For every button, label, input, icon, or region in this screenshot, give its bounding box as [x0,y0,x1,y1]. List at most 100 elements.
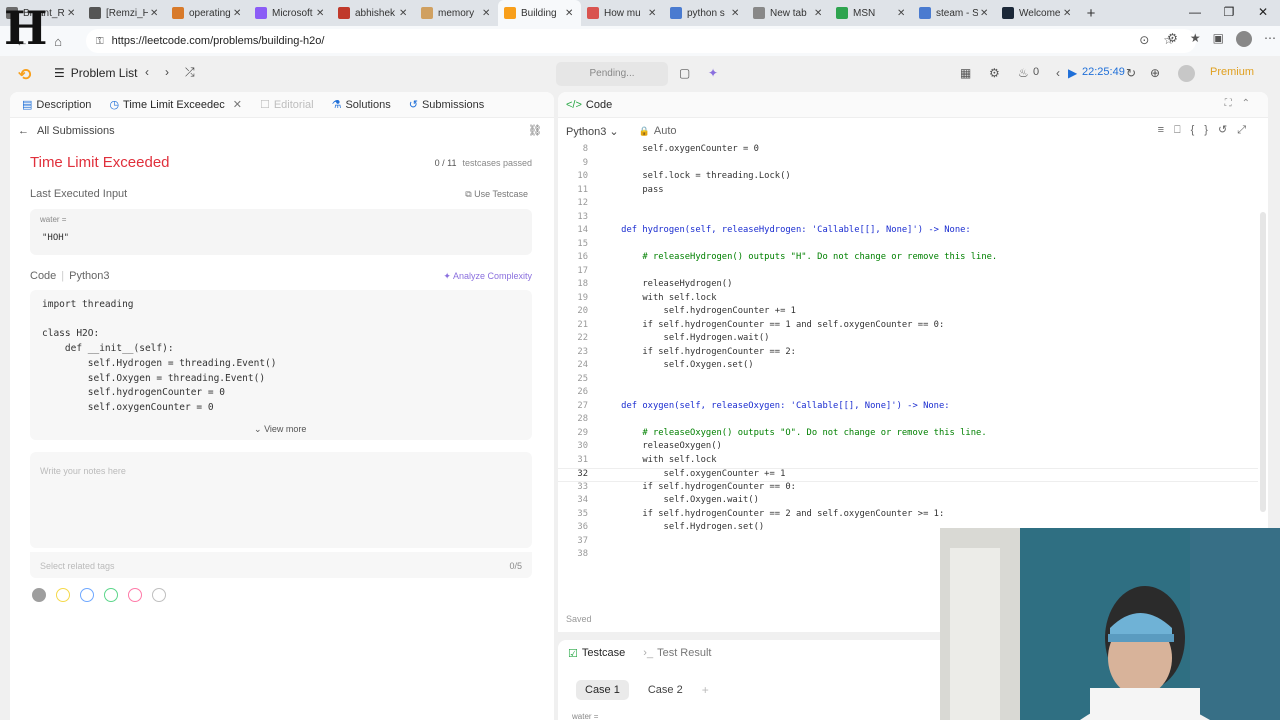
tab-close-icon[interactable]: ✕ [814,8,824,19]
code-line[interactable]: 26 [558,387,1258,401]
code-line[interactable]: 33 if self.hydrogenCounter == 0: [558,482,1258,496]
code-line[interactable]: 18 releaseHydrogen() [558,279,1258,293]
browser-tab[interactable]: Building ✕ [498,0,581,26]
tab-close-icon[interactable]: ✕ [399,8,409,19]
tab-close-icon[interactable]: ✕ [731,8,741,19]
tab-testcase[interactable]: ☑ Testcase [568,647,625,660]
tab-close-icon[interactable]: ✕ [897,8,907,19]
code-line[interactable]: 17 [558,266,1258,280]
user-avatar[interactable] [1178,65,1195,82]
code-line[interactable]: 35 if self.hydrogenCounter == 2 and self… [558,509,1258,523]
tab-close-icon[interactable]: ✕ [482,8,492,19]
problem-list-button[interactable]: ☰ Problem List [54,66,137,80]
code-line[interactable]: 34 self.Oxygen.wait() [558,495,1258,509]
settings-gear-icon[interactable]: ⚙ [989,66,1000,80]
tab-test-result[interactable]: ›_ Test Result [643,647,711,659]
browser-tab[interactable]: abhishek ✕ [332,0,415,26]
layout-icon[interactable]: ▦ [960,66,971,80]
code-line[interactable]: 8 self.oxygenCounter = 0 [558,144,1258,158]
code-line[interactable]: 30 releaseOxygen() [558,441,1258,455]
menu-icon[interactable]: ⋯ [1264,31,1276,47]
minimize-icon[interactable]: — [1178,0,1212,26]
close-window-icon[interactable]: ✕ [1246,0,1280,26]
note-color-option[interactable] [56,588,70,602]
use-testcase-button[interactable]: ⧉ Use Testcase [465,189,528,200]
tab-description[interactable]: ▤ Description [22,98,91,112]
browser-tab[interactable]: Microsoft ✕ [249,0,332,26]
code-line[interactable]: 25 [558,374,1258,388]
code-line[interactable]: 27 def oxygen(self, releaseOxygen: 'Call… [558,401,1258,415]
notes-icon[interactable]: ▢ [679,66,690,80]
code-line[interactable]: 28 [558,414,1258,428]
code-line[interactable]: 23 if self.hydrogenCounter == 2: [558,347,1258,361]
home-icon[interactable]: ⌂ [46,34,70,49]
note-color-option[interactable] [32,588,46,602]
auto-mode[interactable]: 🔒 Auto [639,125,677,137]
view-more-button[interactable]: ⌄ View more [254,424,306,435]
leetcode-logo-icon[interactable]: ⟲ [18,65,36,84]
tab-close-icon[interactable]: ✕ [980,8,990,19]
browser-tab[interactable]: How mu ✕ [581,0,664,26]
case-2-button[interactable]: Case 2 [639,680,692,700]
code-line[interactable]: 14 def hydrogen(self, releaseHydrogen: '… [558,225,1258,239]
code-line[interactable]: 22 self.Hydrogen.wait() [558,333,1258,347]
code-line[interactable]: 31 with self.lock [558,455,1258,469]
browser-tab[interactable]: steam - S ✕ [913,0,996,26]
timer-prev-icon[interactable]: ‹ [1056,66,1060,80]
note-color-option[interactable] [104,588,118,602]
tab-close-icon[interactable]: ✕ [316,8,326,19]
premium-link[interactable]: Premium [1210,66,1254,78]
tab-close-icon[interactable]: ✕ [233,8,243,19]
profile-avatar[interactable] [1236,31,1252,47]
tab-close-icon[interactable]: ✕ [648,8,658,19]
add-friend-icon[interactable]: ⊕ [1150,66,1160,80]
new-tab-button[interactable]: + [1079,2,1103,26]
tab-close-icon[interactable]: ✕ [150,8,160,19]
note-color-option[interactable] [128,588,142,602]
extensions-icon[interactable]: ⚙ [1167,31,1178,47]
tab-editorial[interactable]: ☐ Editorial [260,98,314,112]
share-link-icon[interactable]: ⛓ [528,124,542,137]
tab-close-icon[interactable]: ✕ [1063,8,1073,19]
code-line[interactable]: 11 pass [558,185,1258,199]
pending-button[interactable]: Pending... [556,62,668,86]
code-line[interactable]: 29 # releaseOxygen() outputs "O". Do not… [558,428,1258,442]
code-line[interactable]: 9 [558,158,1258,172]
browser-tab[interactable]: [Remzi_H ✕ [83,0,166,26]
code-line[interactable]: 16 # releaseHydrogen() outputs "H". Do n… [558,252,1258,266]
tab-submissions[interactable]: ↺ Submissions [409,98,485,112]
browser-tab[interactable]: memory ✕ [415,0,498,26]
editor-scrollbar[interactable] [1260,212,1266,512]
address-bar[interactable]: ⚿ https://leetcode.com/problems/building… [86,29,1196,53]
add-case-icon[interactable]: + [702,683,709,697]
code-editor[interactable]: 8 self.oxygenCounter = 0 9 10 self.lock = … [558,142,1258,562]
browser-tab[interactable]: Welcome ✕ [996,0,1079,26]
browser-tab[interactable]: MSN ✕ [830,0,913,26]
code-line[interactable]: 20 self.hydrogenCounter += 1 [558,306,1258,320]
close-tab-icon[interactable]: ✕ [233,98,242,111]
panel-window-icons[interactable]: ⛶⌃ [1225,98,1260,109]
all-submissions-link[interactable]: ← All Submissions [18,125,115,137]
tab-close-icon[interactable]: ✕ [565,8,575,19]
note-color-option[interactable] [80,588,94,602]
tab-close-icon[interactable]: ✕ [67,8,77,19]
code-line[interactable]: 13 [558,212,1258,226]
code-line[interactable]: 15 [558,239,1258,253]
timer-display[interactable]: 22:25:49 [1082,66,1125,78]
code-line[interactable]: 10 self.lock = threading.Lock() [558,171,1258,185]
tab-time-limit-exceeded[interactable]: ◷ Time Limit Exceedec ✕ [109,98,242,112]
timer-reset-icon[interactable]: ↻ [1126,66,1136,80]
browser-tab[interactable]: operating ✕ [166,0,249,26]
language-select[interactable]: Python3 ⌄ [566,125,619,138]
code-line[interactable]: 12 [558,198,1258,212]
code-line[interactable]: 19 with self.lock [558,293,1258,307]
code-line[interactable]: 32 self.oxygenCounter += 1 [558,468,1258,482]
analyze-complexity-button[interactable]: ✦ Analyze Complexity [443,271,532,282]
tab-solutions[interactable]: ⚗ Solutions [332,98,391,112]
problem-nav[interactable]: ‹›⤮ [145,65,211,80]
case-1-button[interactable]: Case 1 [576,680,629,700]
browser-tab[interactable]: python s ✕ [664,0,747,26]
related-tags-select[interactable]: Select related tags 0/5 [30,552,532,578]
ai-sparkle-icon[interactable]: ✦ [708,66,718,80]
code-line[interactable]: 24 self.Oxygen.set() [558,360,1258,374]
